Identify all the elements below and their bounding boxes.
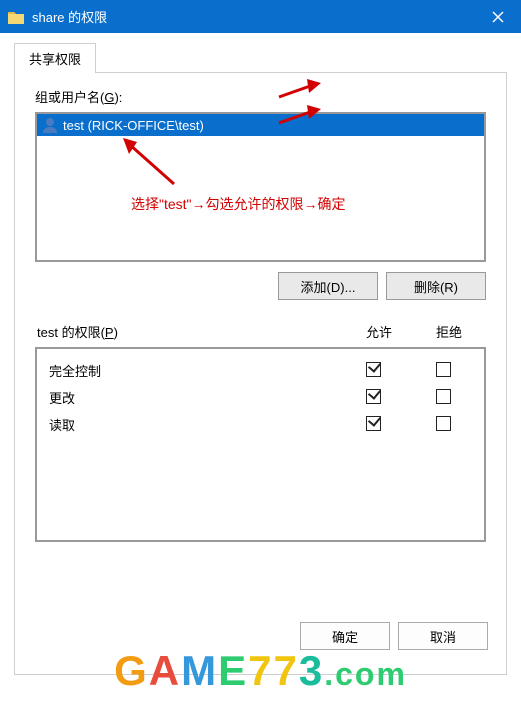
- cancel-button[interactable]: 取消: [398, 622, 488, 650]
- permission-label: 读取: [43, 415, 338, 434]
- deny-checkbox[interactable]: [436, 389, 451, 404]
- user-icon: [41, 116, 59, 134]
- tab-strip: 共享权限: [14, 43, 507, 73]
- permissions-header: test 的权限(P) 允许 拒绝: [35, 322, 486, 341]
- allow-checkbox[interactable]: [366, 416, 381, 431]
- window-title: share 的权限: [32, 7, 475, 26]
- deny-checkbox[interactable]: [436, 416, 451, 431]
- ok-button[interactable]: 确定: [300, 622, 390, 650]
- dialog-button-row: 确定 取消: [300, 622, 488, 650]
- tab-share-permissions[interactable]: 共享权限: [14, 43, 96, 73]
- list-item-label: test (RICK-OFFICE\test): [63, 118, 204, 133]
- allow-checkbox[interactable]: [366, 362, 381, 377]
- permission-row: 更改: [43, 384, 478, 411]
- permission-row: 读取: [43, 411, 478, 438]
- permissions-listbox: 完全控制更改读取: [35, 347, 486, 542]
- tab-panel: 组或用户名(G): test (RICK-OFFICE\test) 选择"tes…: [14, 73, 507, 675]
- folder-icon: [8, 10, 24, 24]
- users-listbox[interactable]: test (RICK-OFFICE\test) 选择"test"→勾选允许的权限…: [35, 112, 486, 262]
- col-deny: 拒绝: [414, 322, 484, 341]
- permission-label: 更改: [43, 388, 338, 407]
- permission-label: 完全控制: [43, 361, 338, 380]
- groups-label: 组或用户名(G):: [35, 87, 486, 106]
- deny-checkbox[interactable]: [436, 362, 451, 377]
- annotation-text: 选择"test"→勾选允许的权限→确定: [131, 194, 346, 214]
- permission-row: 完全控制: [43, 357, 478, 384]
- watermark: GAME773.com: [0, 647, 521, 695]
- col-allow: 允许: [344, 322, 414, 341]
- allow-checkbox[interactable]: [366, 389, 381, 404]
- list-button-row: 添加(D)... 删除(R): [35, 272, 486, 300]
- close-button[interactable]: [475, 0, 521, 33]
- permissions-label: test 的权限(P): [37, 322, 344, 341]
- annotation-arrow-icon: [119, 136, 179, 191]
- add-button[interactable]: 添加(D)...: [278, 272, 378, 300]
- list-item[interactable]: test (RICK-OFFICE\test): [37, 114, 484, 136]
- title-bar: share 的权限: [0, 0, 521, 33]
- dialog-content: 共享权限 组或用户名(G): test (RICK-OFFICE\test) 选…: [0, 33, 521, 675]
- remove-button[interactable]: 删除(R): [386, 272, 486, 300]
